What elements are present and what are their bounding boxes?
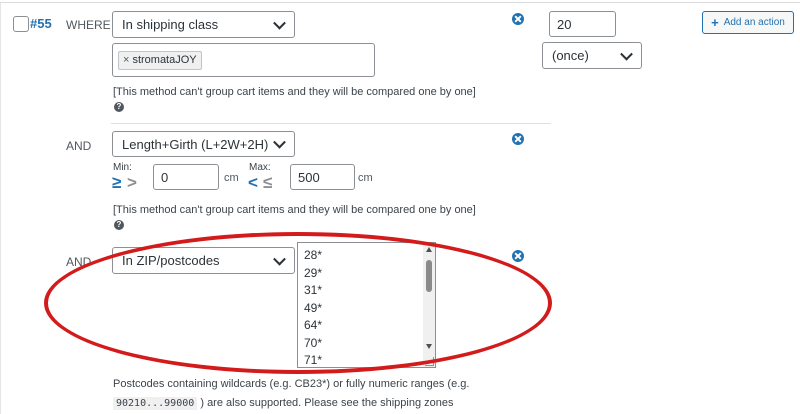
add-action-button[interactable]: + Add an action: [702, 11, 794, 34]
greater-than-icon[interactable]: >: [127, 173, 137, 193]
chevron-down-icon: [620, 47, 633, 61]
add-action-label: Add an action: [723, 17, 785, 28]
and-label: AND: [66, 139, 92, 153]
shipping-class-tag: × stromataJOY: [118, 50, 202, 70]
left-border: [0, 3, 1, 414]
tag-remove-icon[interactable]: ×: [123, 54, 129, 66]
postcode-help-continuation: ) are also supported. Please see the shi…: [200, 397, 454, 409]
help-icon[interactable]: ?: [114, 220, 124, 230]
remove-condition-icon[interactable]: [512, 250, 524, 262]
top-border: [0, 2, 800, 3]
remove-condition-icon[interactable]: [512, 13, 524, 25]
frequency-value: (once): [552, 48, 589, 63]
min-label: Min:: [113, 162, 132, 173]
max-label: Max:: [249, 162, 271, 173]
less-equal-icon[interactable]: ≤: [263, 173, 272, 193]
postcode-range-example: 90210...99000: [113, 397, 198, 410]
group-note: [This method can't group cart items and …: [113, 86, 476, 98]
condition-select-shipping-class[interactable]: In shipping class: [112, 11, 295, 38]
shipping-class-multiselect[interactable]: × stromataJOY: [112, 43, 375, 77]
help-icon[interactable]: ?: [114, 102, 124, 112]
condition-divider: [111, 123, 551, 124]
condition-select-value: In shipping class: [122, 17, 219, 32]
frequency-select[interactable]: (once): [542, 42, 642, 69]
max-unit: cm: [358, 172, 373, 184]
condition-select-length-girth[interactable]: Length+Girth (L+2W+2H): [112, 131, 295, 157]
quantity-input[interactable]: 20: [549, 11, 616, 37]
less-than-icon[interactable]: <: [248, 173, 258, 193]
rule-select-checkbox[interactable]: [13, 16, 29, 32]
condition-select-value: Length+Girth (L+2W+2H): [122, 136, 269, 152]
chevron-down-icon: [273, 16, 286, 30]
remove-condition-icon[interactable]: [512, 133, 524, 145]
chevron-down-icon: [273, 135, 286, 149]
group-note: [This method can't group cart items and …: [113, 204, 476, 216]
max-value-input[interactable]: 500: [290, 164, 355, 190]
min-value-input[interactable]: 0: [153, 164, 219, 190]
greater-equal-icon[interactable]: ≥: [112, 173, 121, 193]
postcode-help-text-2: 90210...99000 ) are also supported. Plea…: [113, 397, 454, 410]
min-unit: cm: [224, 172, 239, 184]
postcode-help-text: Postcodes containing wildcards (e.g. CB2…: [113, 378, 470, 390]
rule-id: #55: [30, 16, 52, 31]
tag-label: stromataJOY: [132, 54, 197, 66]
highlight-ellipse: [44, 232, 552, 374]
where-label: WHERE: [66, 18, 111, 32]
plus-icon: +: [711, 15, 719, 30]
